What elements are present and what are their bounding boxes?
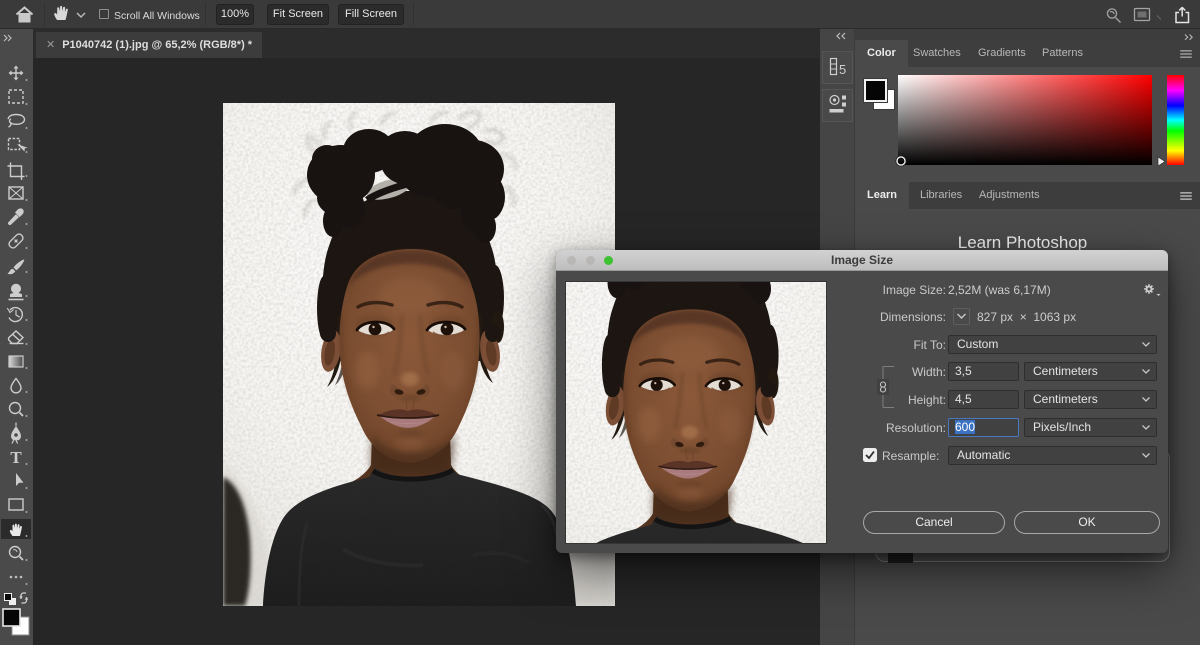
svg-text:5: 5	[839, 62, 846, 77]
svg-text:T: T	[10, 448, 22, 467]
